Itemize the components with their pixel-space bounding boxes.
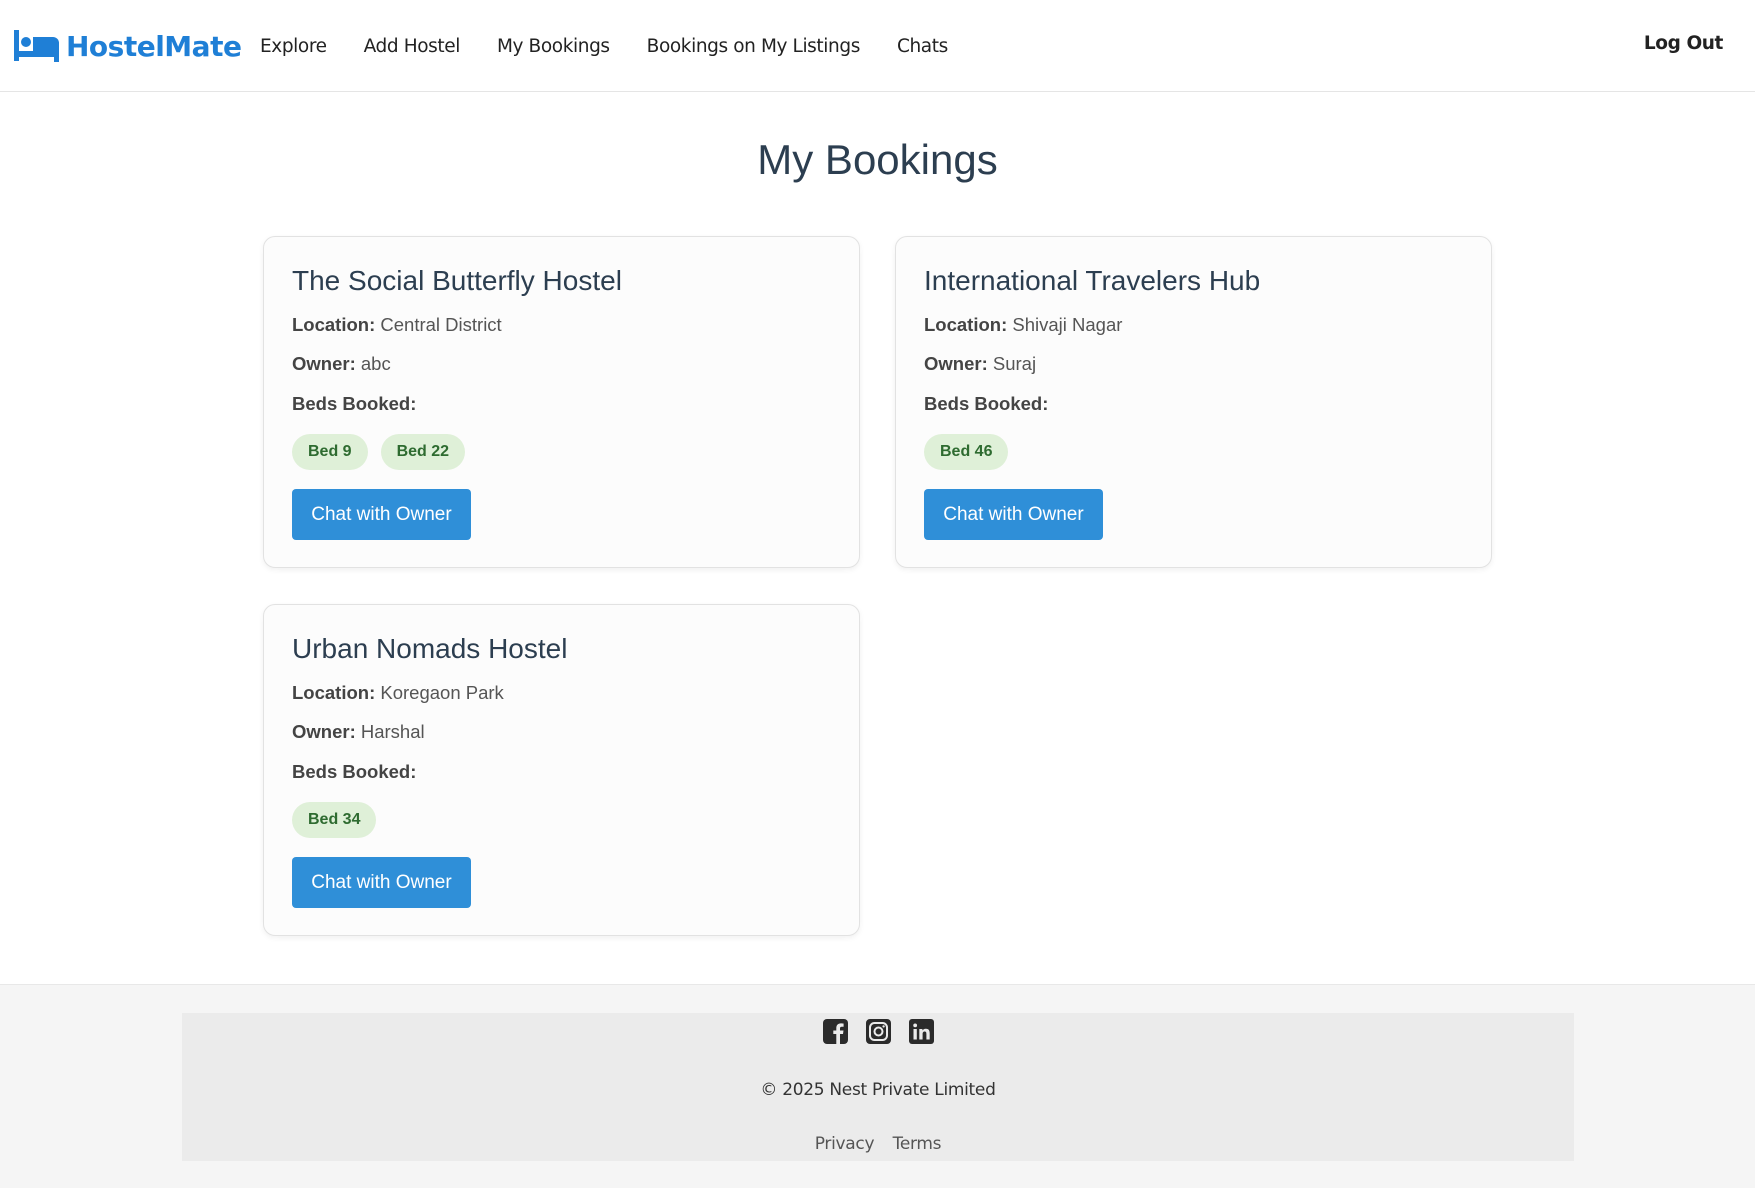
footer: © 2025 Nest Private Limited Privacy Term… [0,984,1755,1188]
nav-bookings-on-listings[interactable]: Bookings on My Listings [647,36,861,57]
privacy-link[interactable]: Privacy [815,1134,875,1154]
beds-booked-label-text: Beds Booked: [924,393,1049,414]
bed-chip: Bed 9 [292,434,368,470]
nav-chats[interactable]: Chats [897,36,948,57]
owner-value: abc [360,353,391,374]
terms-link[interactable]: Terms [893,1134,942,1154]
nav-links: Explore Add Hostel My Bookings Bookings … [260,0,985,92]
beds-booked-label: Beds Booked: [924,393,1048,415]
hostel-name: Urban Nomads Hostel [292,633,568,664]
navbar: HostelMate Explore Add Hostel My Booking… [0,0,1755,92]
bed-chip: Bed 34 [292,802,377,838]
owner-value: Suraj [992,353,1037,374]
beds-booked-label: Beds Booked: [292,393,416,415]
location-value: Shivaji Nagar [1012,314,1123,335]
nav-explore[interactable]: Explore [260,36,327,57]
location-row: Location: Central District [292,314,502,336]
location-row: Location: Shivaji Nagar [924,314,1122,336]
booking-card: The Social Butterfly Hostel Location: Ce… [263,236,860,568]
location-label: Location: [292,682,376,703]
logout-button[interactable]: Log Out [1644,33,1724,54]
owner-value: Harshal [360,721,425,742]
footer-content: © 2025 Nest Private Limited Privacy Term… [182,1013,1574,1161]
owner-row: Owner: abc [292,353,391,375]
copyright-text: © 2025 Nest Private Limited [760,1080,996,1100]
nav-my-bookings[interactable]: My Bookings [497,36,610,57]
brand-name: HostelMate [66,29,242,63]
chat-with-owner-button[interactable]: Chat with Owner [292,857,471,908]
hostel-name: International Travelers Hub [924,265,1261,296]
location-label: Location: [292,314,376,335]
nav-add-hostel[interactable]: Add Hostel [364,36,461,57]
bed-chip: Bed 46 [924,434,1009,470]
footer-links: Privacy Terms [182,1134,1574,1154]
owner-row: Owner: Harshal [292,721,425,743]
brand-logo[interactable]: HostelMate [13,26,242,66]
owner-label: Owner: [924,353,988,374]
beds-booked-label: Beds Booked: [292,761,416,783]
linkedin-icon[interactable] [908,1019,934,1044]
beds-booked-label-text: Beds Booked: [292,761,417,782]
location-value: Central District [380,314,502,335]
booking-card: International Travelers Hub Location: Sh… [895,236,1492,568]
location-label: Location: [924,314,1008,335]
chat-with-owner-button[interactable]: Chat with Owner [924,489,1103,540]
page-title: My Bookings [757,136,998,183]
social-links [182,1019,1574,1044]
beds-booked-label-text: Beds Booked: [292,393,417,414]
bed-icon [14,30,59,62]
bed-chip: Bed 22 [380,434,466,470]
beds-list: Bed 34 [292,802,389,838]
chat-with-owner-button[interactable]: Chat with Owner [292,489,471,540]
hostel-name: The Social Butterfly Hostel [292,265,622,296]
location-row: Location: Koregaon Park [292,682,504,704]
owner-label: Owner: [292,721,356,742]
owner-label: Owner: [292,353,356,374]
booking-card: Urban Nomads Hostel Location: Koregaon P… [263,604,860,936]
beds-list: Bed 9 Bed 22 [292,434,478,470]
location-value: Koregaon Park [380,682,504,703]
instagram-icon[interactable] [865,1019,891,1044]
owner-row: Owner: Suraj [924,353,1036,375]
beds-list: Bed 46 [924,434,1021,470]
facebook-icon[interactable] [822,1019,848,1044]
